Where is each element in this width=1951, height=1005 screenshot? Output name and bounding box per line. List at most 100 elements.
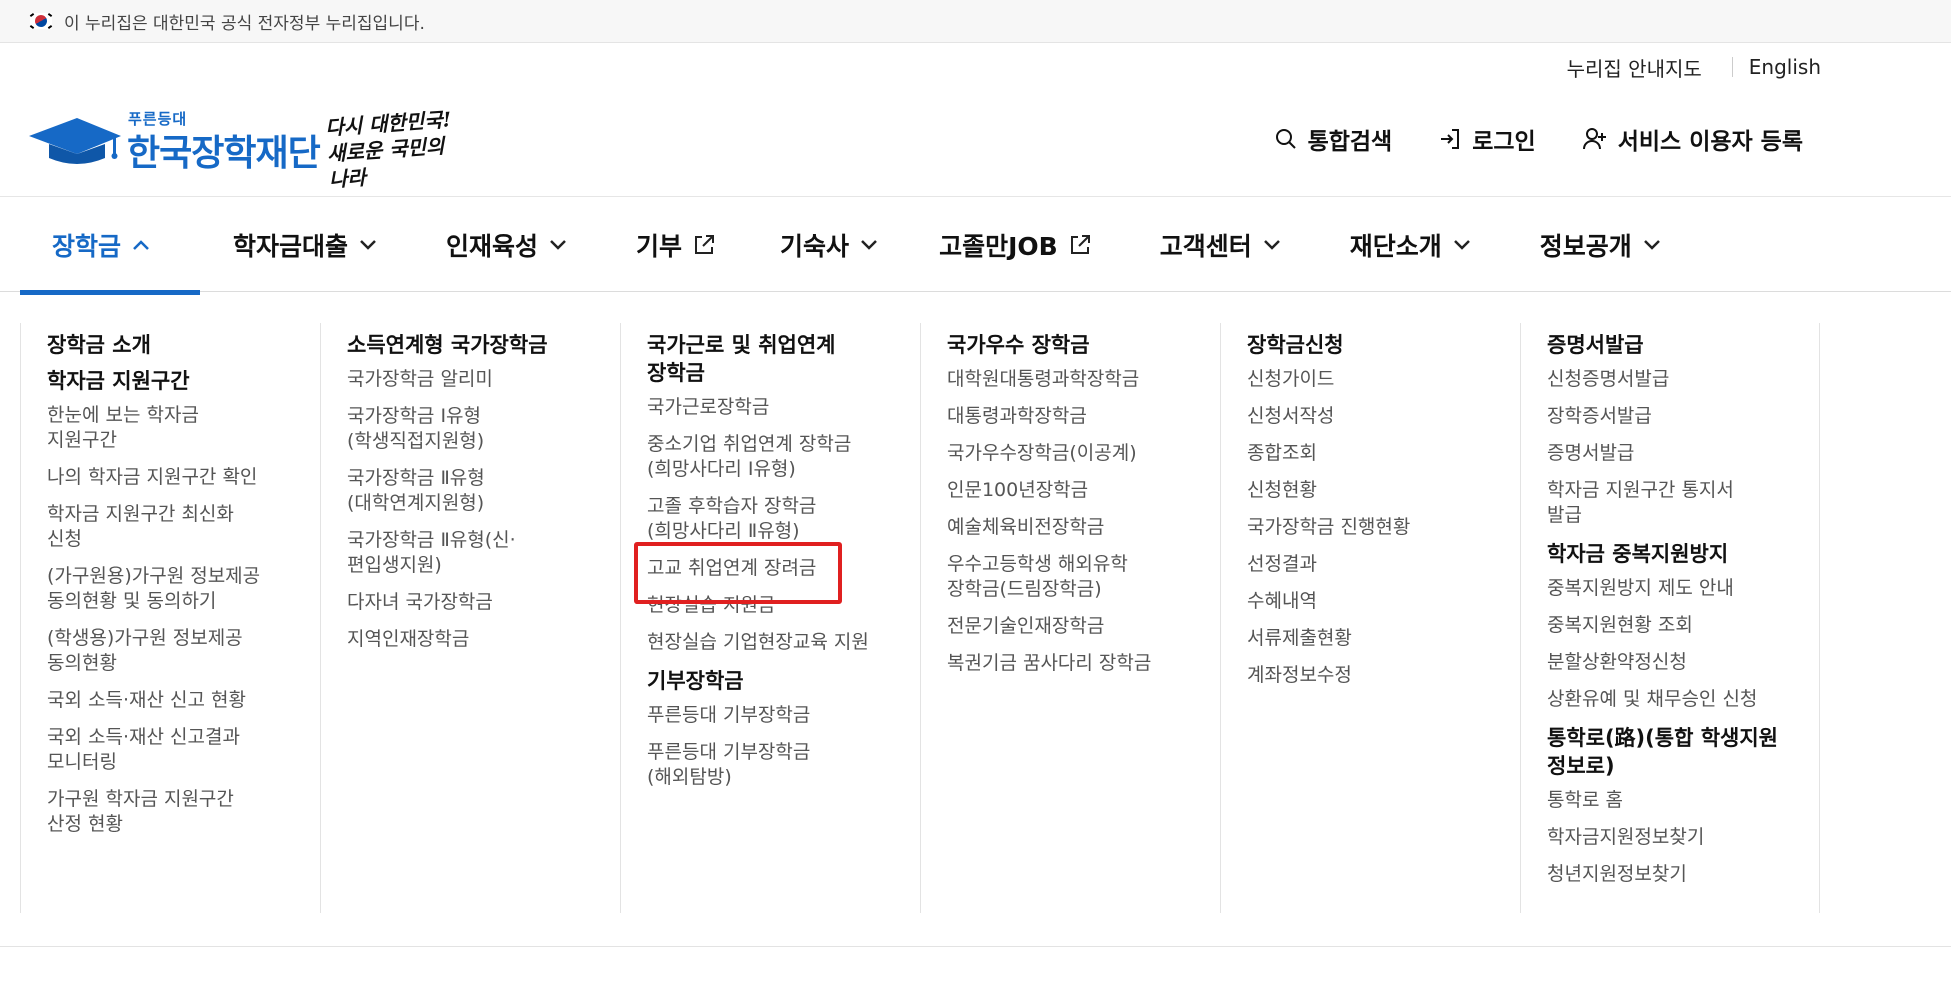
menu-link[interactable]: 선정결과	[1247, 552, 1512, 577]
chevron-down-icon	[861, 240, 877, 250]
menu-link[interactable]: 학자금지원정보찾기	[1547, 825, 1811, 850]
menu-heading[interactable]: 학자금 지원구간	[47, 367, 312, 395]
menu-link[interactable]: 증명서발급	[1547, 441, 1811, 466]
menu-link[interactable]: 푸른등대 기부장학금	[647, 703, 912, 728]
menu-link[interactable]: 상환유예 및 채무승인 신청	[1547, 687, 1811, 712]
gnb-item-disclosure[interactable]: 정보공개	[1540, 197, 1662, 293]
gnb-label: 고객센터	[1159, 232, 1252, 261]
slogan-line-2: 새로운 국민의 나라	[326, 133, 446, 192]
menu-heading[interactable]: 장학금신청	[1247, 331, 1512, 359]
gnb-item-about[interactable]: 재단소개	[1350, 197, 1472, 293]
menu-link[interactable]: 다자녀 국가장학금	[347, 590, 612, 615]
gnb-label: 고졸만JOB	[939, 232, 1058, 261]
english-link[interactable]: English	[1749, 55, 1821, 79]
menu-link[interactable]: 대학원대통령과학장학금	[947, 367, 1212, 392]
menu-link[interactable]: 가구원 학자금 지원구간 산정 현황	[47, 787, 312, 837]
menu-link[interactable]: 인문100년장학금	[947, 478, 1212, 503]
login-button[interactable]: 로그인	[1438, 122, 1536, 156]
logo-name: 한국장학재단	[127, 133, 321, 174]
graduation-cap-icon	[29, 118, 121, 164]
menu-link[interactable]: 고교 취업연계 장려금	[647, 556, 912, 581]
menu-link[interactable]: 청년지원정보찾기	[1547, 862, 1811, 887]
menu-link[interactable]: 국가우수장학금(이공계)	[947, 441, 1212, 466]
menu-link[interactable]: 중복지원방지 제도 안내	[1547, 576, 1811, 601]
korea-flag-icon	[29, 12, 53, 30]
menu-link[interactable]: 우수고등학생 해외유학 장학금(드림장학금)	[947, 552, 1212, 602]
menu-heading[interactable]: 국가우수 장학금	[947, 331, 1212, 359]
gnb-label: 기부	[636, 232, 683, 261]
menu-heading[interactable]: 증명서발급	[1547, 331, 1811, 359]
menu-link[interactable]: 신청증명서발급	[1547, 367, 1811, 392]
header-actions: 통합검색 로그인 서비스 이용자 등록	[1228, 122, 1803, 156]
gov-banner-text: 이 누리집은 대한민국 공식 전자정부 누리집입니다.	[64, 13, 425, 34]
menu-heading[interactable]: 국가근로 및 취업연계 장학금	[647, 331, 912, 387]
menu-link[interactable]: 현장실습 지원금	[647, 593, 912, 618]
site-logo[interactable]: 푸른등대 한국장학재단 다시 대한민국! 새로운 국민의 나라	[27, 107, 467, 192]
utility-links: 누리집 안내지도 English	[1567, 52, 1821, 82]
menu-link[interactable]: 대통령과학장학금	[947, 404, 1212, 429]
menu-link[interactable]: 국가장학금 Ⅱ유형 (대학연계지원형)	[347, 466, 612, 516]
external-link-icon	[1070, 235, 1090, 254]
menu-link[interactable]: 계좌정보수정	[1247, 663, 1512, 688]
gnb-item-dormitory[interactable]: 기숙사	[780, 197, 879, 293]
menu-link[interactable]: 학자금 지원구간 최신화 신청	[47, 502, 312, 552]
menu-link[interactable]: 국가장학금 Ⅱ유형(신· 편입생지원)	[347, 528, 612, 578]
register-button[interactable]: 서비스 이용자 등록	[1582, 122, 1803, 156]
menu-link[interactable]: 국외 소득·재산 신고결과 모니터링	[47, 725, 312, 775]
menu-link[interactable]: 신청현황	[1247, 478, 1512, 503]
menu-link[interactable]: 통학로 홈	[1547, 788, 1811, 813]
menu-link[interactable]: 전문기술인재장학금	[947, 614, 1212, 639]
gnb-label: 정보공개	[1539, 232, 1632, 261]
menu-link[interactable]: 장학증서발급	[1547, 404, 1811, 429]
menu-link[interactable]: 복권기금 꿈사다리 장학금	[947, 651, 1212, 676]
gnb-item-scholarship[interactable]: 장학금	[20, 197, 200, 295]
menu-link[interactable]: 국가근로장학금	[647, 395, 912, 420]
menu-link[interactable]: 중복지원현황 조회	[1547, 613, 1811, 638]
menu-heading[interactable]: 기부장학금	[647, 667, 912, 695]
search-icon	[1275, 129, 1296, 149]
menu-column-national-excellence: 국가우수 장학금 대학원대통령과학장학금대통령과학장학금국가우수장학금(이공계)…	[920, 323, 1220, 913]
menu-link[interactable]: 분할상환약정신청	[1547, 650, 1811, 675]
add-user-icon	[1582, 128, 1606, 150]
gnb-item-customer-center[interactable]: 고객센터	[1160, 197, 1282, 293]
menu-heading[interactable]: 소득연계형 국가장학금	[347, 331, 612, 359]
gnb-item-talent[interactable]: 인재육성	[446, 197, 568, 293]
menu-link[interactable]: 신청가이드	[1247, 367, 1512, 392]
external-link-icon	[695, 235, 715, 254]
menu-column-intro: 장학금 소개 학자금 지원구간 한눈에 보는 학자금 지원구간나의 학자금 지원…	[20, 323, 320, 913]
menu-link[interactable]: 나의 학자금 지원구간 확인	[47, 465, 312, 490]
menu-heading[interactable]: 학자금 중복지원방지	[1547, 540, 1811, 568]
menu-heading[interactable]: 장학금 소개	[47, 331, 312, 359]
menu-link[interactable]: 고졸 후학습자 장학금 (희망사다리 Ⅱ유형)	[647, 494, 912, 544]
sitemap-link[interactable]: 누리집 안내지도	[1567, 53, 1702, 82]
menu-link[interactable]: 종합조회	[1247, 441, 1512, 466]
menu-link[interactable]: 중소기업 취업연계 장학금 (희망사다리 Ⅰ유형)	[647, 432, 912, 482]
menu-link[interactable]: 한눈에 보는 학자금 지원구간	[47, 403, 312, 453]
menu-link[interactable]: 학자금 지원구간 통지서 발급	[1547, 478, 1811, 528]
menu-link[interactable]: 국외 소득·재산 신고 현황	[47, 688, 312, 713]
menu-link[interactable]: 서류제출현황	[1247, 626, 1512, 651]
chevron-down-icon	[1453, 240, 1470, 250]
menu-link[interactable]: (가구원용)가구원 정보제공 동의현황 및 동의하기	[47, 564, 312, 614]
menu-link[interactable]: 국가장학금 알리미	[347, 367, 612, 392]
chevron-down-icon	[550, 240, 566, 250]
menu-link[interactable]: 신청서작성	[1247, 404, 1512, 429]
gnb-label: 재단소개	[1349, 232, 1442, 261]
menu-link[interactable]: 현장실습 기업현장교육 지원	[647, 630, 912, 655]
chevron-down-icon	[1643, 240, 1660, 250]
unified-search-button[interactable]: 통합검색	[1274, 122, 1392, 156]
menu-link[interactable]: 지역인재장학금	[347, 627, 612, 652]
menu-link[interactable]: 국가장학금 진행현황	[1247, 515, 1512, 540]
gnb-label: 장학금	[52, 232, 122, 261]
menu-link[interactable]: 국가장학금 Ⅰ유형 (학생직접지원형)	[347, 404, 612, 454]
gnb-item-highschool-job[interactable]: 고졸만JOB	[939, 197, 1092, 293]
gnb-item-student-loan[interactable]: 학자금대출	[233, 197, 378, 293]
register-label: 서비스 이용자 등록	[1617, 129, 1803, 155]
menu-link[interactable]: 예술체육비전장학금	[947, 515, 1212, 540]
menu-heading[interactable]: 통학로(路)(통합 학생지원 정보로)	[1547, 724, 1811, 780]
gnb-label: 기숙사	[780, 232, 850, 261]
menu-link[interactable]: 푸른등대 기부장학금 (해외탐방)	[647, 740, 912, 790]
menu-link[interactable]: 수혜내역	[1247, 589, 1512, 614]
menu-link[interactable]: (학생용)가구원 정보제공 동의현황	[47, 626, 312, 676]
gnb-item-donation[interactable]: 기부	[636, 197, 716, 293]
